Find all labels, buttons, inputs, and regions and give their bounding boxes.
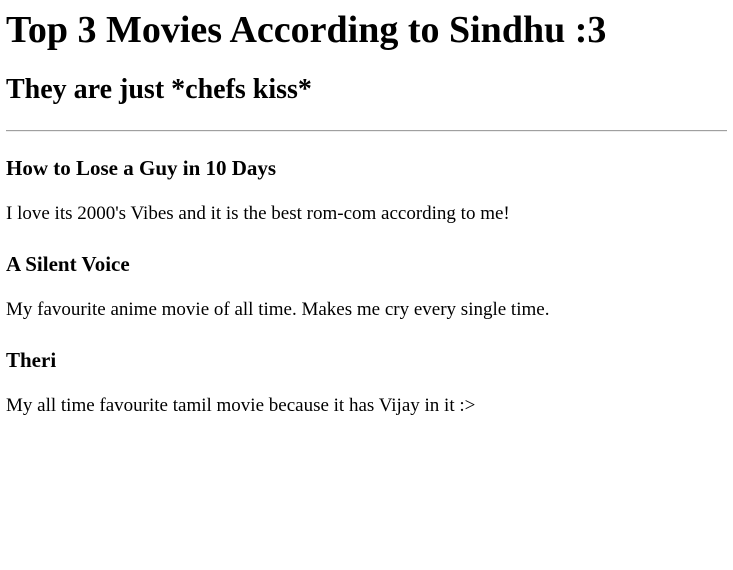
divider (6, 130, 727, 132)
movie-item: A Silent Voice My favourite anime movie … (6, 251, 727, 322)
movie-title: Theri (6, 348, 57, 372)
movie-description: I love its 2000's Vibes and it is the be… (6, 203, 510, 224)
movie-title: A Silent Voice (6, 252, 130, 276)
movie-description: My favourite anime movie of all time. Ma… (6, 299, 550, 320)
page-subtitle: They are just *chefs kiss* (6, 74, 312, 105)
movie-item: Theri My all time favourite tamil movie … (6, 347, 727, 418)
page-title: Top 3 Movies According to Sindhu :3 (6, 9, 607, 51)
movie-title: How to Lose a Guy in 10 Days (6, 156, 277, 180)
movie-description: My all time favourite tamil movie becaus… (6, 395, 476, 416)
movie-item: How to Lose a Guy in 10 Days I love its … (6, 155, 727, 226)
